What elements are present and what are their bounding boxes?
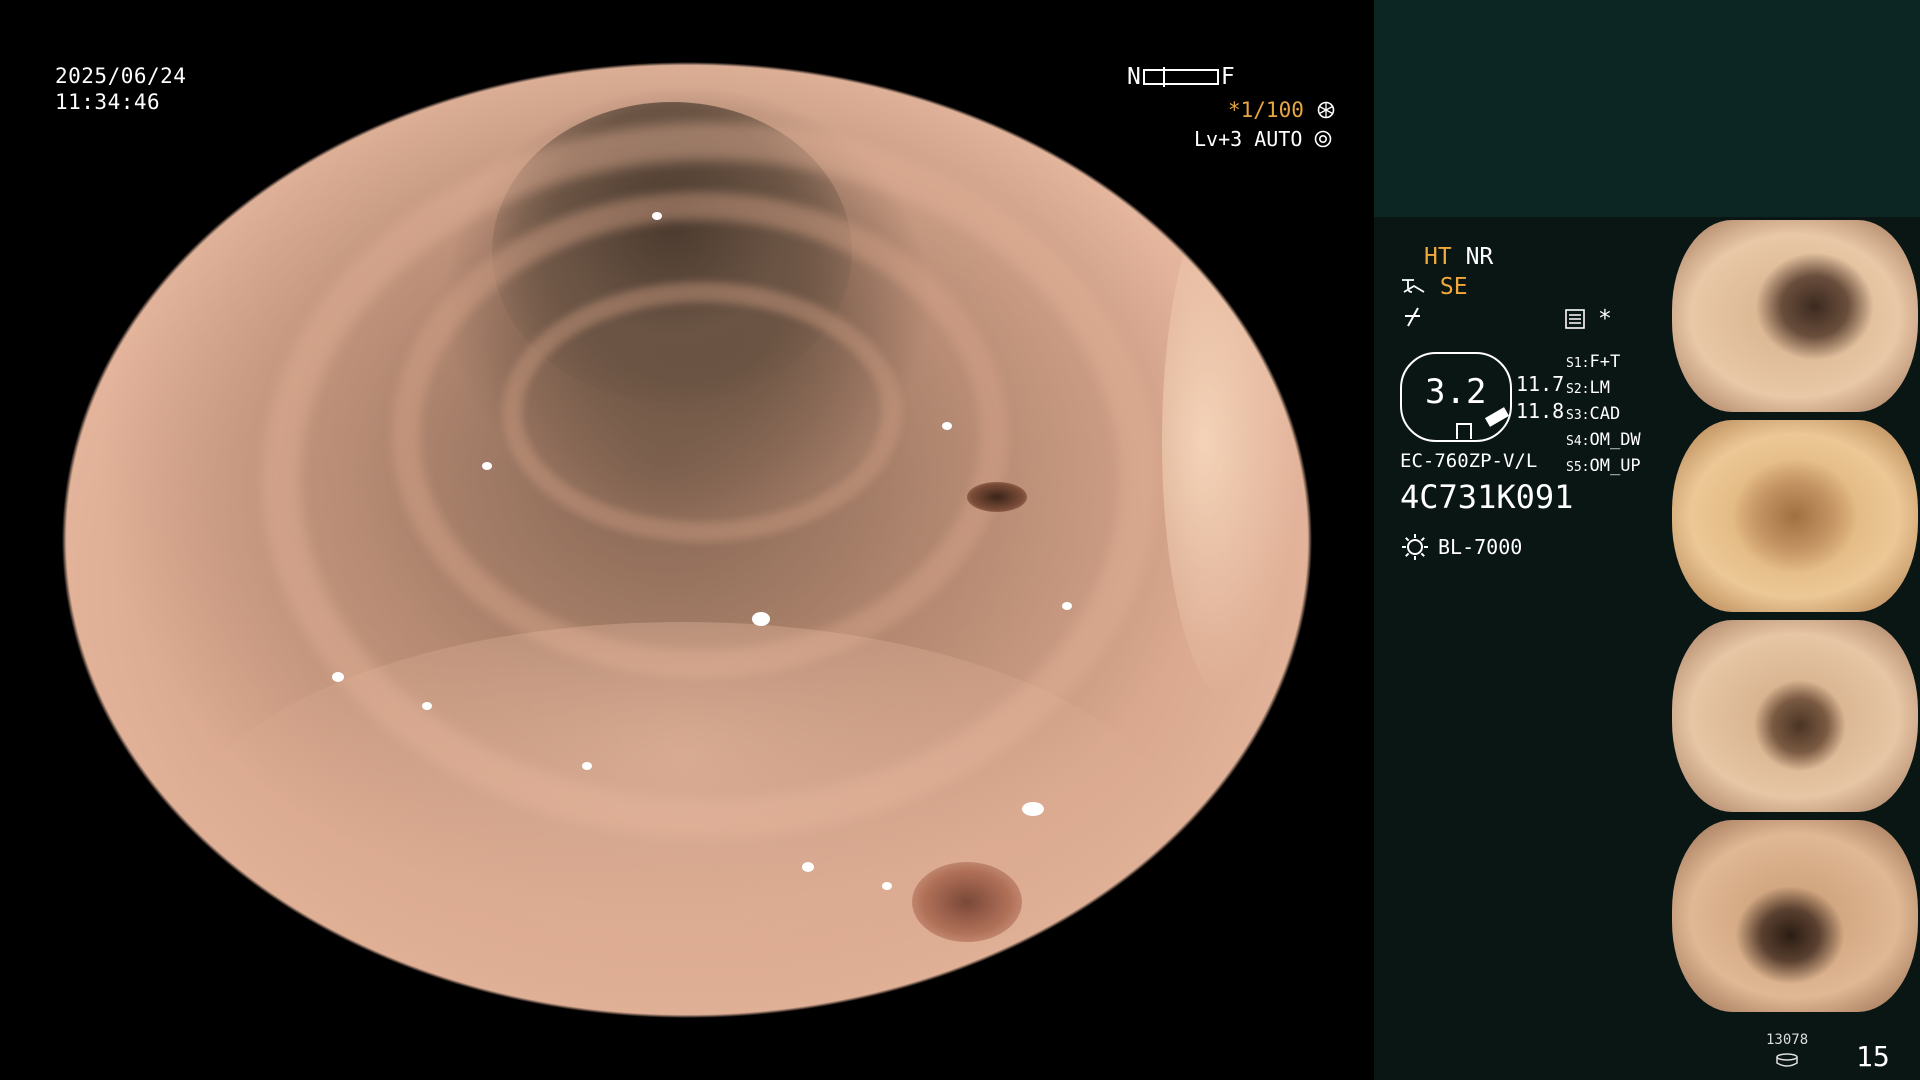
light-source-icon	[1402, 534, 1428, 560]
thumbnail-1[interactable]	[1672, 220, 1918, 412]
switch-value: OM_UP	[1589, 456, 1641, 476]
near-label: N	[1127, 64, 1141, 90]
switch-value: CAD	[1589, 404, 1621, 424]
switch-row: S4:OM_DW	[1566, 428, 1641, 454]
shutter-speed: *1/100	[1228, 98, 1335, 122]
switch-value: LM	[1589, 378, 1610, 398]
settings-list-icon	[1564, 308, 1586, 334]
switch-row: S3:CAD	[1566, 402, 1641, 428]
switch-key: S2:	[1566, 382, 1590, 397]
switch-row: S1:F+T	[1566, 350, 1641, 376]
near-far-gauge: N F	[1127, 64, 1235, 90]
switch-key: S4:	[1566, 434, 1590, 449]
image-mode-row: HT NR	[1424, 244, 1493, 270]
light-source-row: BL-7000	[1400, 532, 1522, 562]
nr-label: NR	[1465, 244, 1494, 270]
switch-settings: S1:F+T S2:LM S3:CAD S4:OM_DW S5:OM_UP	[1566, 350, 1641, 480]
shutter-text: *1/100	[1228, 98, 1304, 122]
near-far-bar	[1142, 67, 1219, 87]
switch-key: S5:	[1566, 460, 1590, 475]
switch-row: S2:LM	[1566, 376, 1641, 402]
switch-key: S1:	[1566, 356, 1590, 371]
enhancement-icon	[1402, 279, 1425, 293]
thumbnail-3[interactable]	[1672, 620, 1918, 812]
structure-enhance-row: SE	[1400, 274, 1468, 300]
scope-serial: 4C731K091	[1400, 478, 1574, 516]
switch-value: OM_DW	[1589, 430, 1641, 450]
info-panel	[1374, 217, 1674, 1080]
scope-model: EC-760ZP-V/L	[1400, 450, 1538, 472]
auto-exposure-icon	[1315, 130, 1332, 148]
gauge-indicator	[1456, 423, 1472, 439]
switch-row: S5:OM_UP	[1566, 454, 1641, 480]
asterisk-marker: *	[1598, 306, 1612, 332]
ht-label: HT	[1424, 244, 1452, 270]
endoscope-live-view	[62, 62, 1312, 1018]
brightness-level: Lv+3 AUTO	[1194, 127, 1332, 151]
reading-1: 11.7	[1516, 372, 1565, 396]
thumbnail-4[interactable]	[1672, 820, 1918, 1012]
capture-date: 2025/06/24	[55, 64, 187, 88]
switch-key: S3:	[1566, 408, 1590, 423]
capture-time: 11:34:46	[55, 90, 161, 114]
far-label: F	[1220, 64, 1235, 90]
gauge-value: 3.2	[1425, 372, 1487, 412]
header-panel	[1374, 0, 1920, 217]
reading-2: 11.8	[1516, 399, 1565, 423]
image-count: 15	[1856, 1040, 1890, 1073]
light-source-label: BL-7000	[1438, 535, 1523, 559]
storage-disk-icon	[1775, 1052, 1799, 1071]
iris-icon	[1317, 101, 1334, 119]
storage-count: 13078	[1766, 1032, 1809, 1048]
switch-value: F+T	[1589, 352, 1621, 372]
level-text: Lv+3 AUTO	[1194, 127, 1303, 151]
se-label: SE	[1439, 274, 1468, 300]
thumbnail-2[interactable]	[1672, 420, 1918, 612]
color-mode-icon	[1402, 306, 1424, 332]
